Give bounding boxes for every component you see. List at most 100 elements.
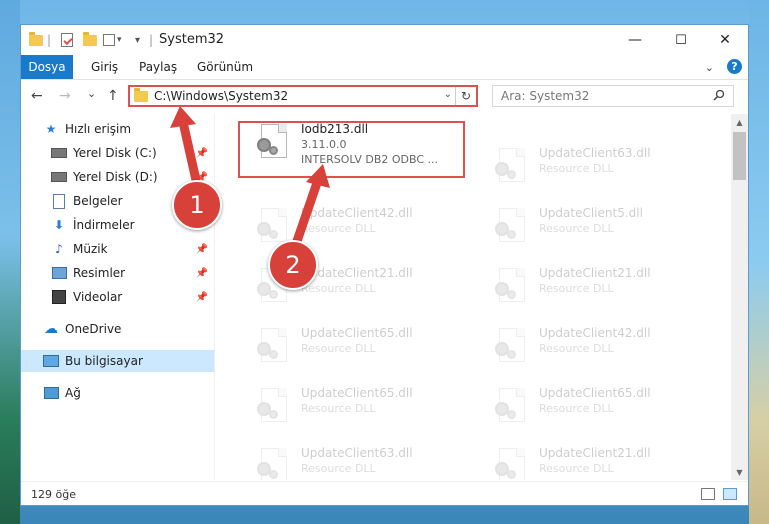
- sidebar-item-label: Ağ: [65, 386, 81, 400]
- file-name: UpdateClient65.dll: [539, 386, 651, 400]
- large-icons-view-icon[interactable]: [723, 488, 737, 500]
- sidebar-item-this-pc[interactable]: Bu bilgisayar: [21, 350, 214, 372]
- step-badge-1: 1: [172, 180, 222, 230]
- sidebar-item-label: Bu bilgisayar: [65, 354, 143, 368]
- drive-icon: [51, 146, 67, 160]
- tab-share[interactable]: Paylaş: [139, 60, 177, 74]
- dll-file-icon: [493, 208, 531, 252]
- sidebar-item-network[interactable]: Ağ: [21, 382, 214, 404]
- file-type: Resource DLL: [301, 342, 376, 355]
- file-type: Resource DLL: [301, 282, 376, 295]
- file-item[interactable]: UpdateClient21.dll Resource DLL: [477, 444, 697, 480]
- scroll-up-icon[interactable]: ▲: [731, 114, 748, 130]
- dll-file-icon: [493, 268, 531, 312]
- customize-qa-icon[interactable]: ▾: [103, 31, 122, 49]
- pictures-icon: [51, 266, 67, 280]
- desktop-background-right: [749, 0, 769, 524]
- tab-file[interactable]: Dosya: [21, 55, 73, 79]
- window-title: System32: [159, 32, 225, 47]
- sidebar-item-label: İndirmeler: [73, 218, 135, 232]
- file-name: UpdateClient21.dll: [539, 266, 651, 280]
- search-placeholder[interactable]: Ara: System32: [501, 89, 589, 103]
- file-item[interactable]: UpdateClient65.dll Resource DLL: [239, 384, 459, 442]
- file-item[interactable]: UpdateClient42.dll Resource DLL: [477, 324, 697, 382]
- file-name: UpdateClient42.dll: [539, 326, 651, 340]
- network-icon: [43, 386, 59, 400]
- tab-view[interactable]: Görünüm: [197, 60, 253, 74]
- file-item[interactable]: UpdateClient65.dll Resource DLL: [239, 324, 459, 382]
- sidebar-item-label: OneDrive: [65, 322, 122, 336]
- sidebar-item-music[interactable]: ♪ Müzik 📌: [21, 238, 214, 260]
- address-dropdown-icon[interactable]: ⌄: [444, 89, 452, 100]
- sidebar-item-label: Videolar: [73, 290, 123, 304]
- scroll-thumb[interactable]: [733, 132, 746, 180]
- vertical-scrollbar[interactable]: ▲ ▼: [731, 114, 748, 480]
- dll-file-icon: [493, 388, 531, 432]
- download-icon: ⬇: [53, 218, 65, 232]
- ribbon-tabs: Dosya Giriş Paylaş Görünüm ⌄ ?: [21, 55, 748, 80]
- star-icon: ★: [45, 122, 57, 136]
- dll-file-icon: [255, 328, 293, 372]
- file-name: UpdateClient5.dll: [539, 206, 643, 220]
- file-item[interactable]: UpdateClient65.dll Resource DLL: [477, 384, 697, 442]
- sidebar-item-label: Yerel Disk (D:): [73, 170, 158, 184]
- close-button[interactable]: ✕: [702, 25, 748, 55]
- address-bar[interactable]: C:\Windows\System32 ⌄ ↻: [128, 85, 478, 107]
- computer-icon: [43, 354, 59, 368]
- sidebar-item-disk-c[interactable]: Yerel Disk (C:) 📌: [21, 142, 214, 164]
- search-icon[interactable]: [713, 89, 725, 104]
- details-view-icon[interactable]: [701, 488, 715, 500]
- file-item[interactable]: UpdateClient63.dll Resource DLL: [239, 444, 459, 480]
- properties-icon[interactable]: [61, 31, 73, 49]
- file-type: Resource DLL: [539, 282, 614, 295]
- recent-locations-button[interactable]: ⌄: [87, 87, 96, 100]
- title-bar: | ▾ ▾ | System32 — ☐ ✕: [21, 25, 748, 55]
- dll-file-icon: [255, 388, 293, 432]
- back-button[interactable]: ←: [31, 88, 43, 104]
- sidebar-item-label: Hızlı erişim: [65, 122, 132, 136]
- tab-home[interactable]: Giriş: [91, 60, 118, 74]
- file-name: UpdateClient63.dll: [301, 446, 413, 460]
- sidebar-item-pictures[interactable]: Resimler 📌: [21, 262, 214, 284]
- status-bar: 129 öğe: [21, 481, 748, 505]
- file-name: UpdateClient63.dll: [539, 146, 651, 160]
- file-item[interactable]: UpdateClient5.dll Resource DLL: [477, 204, 697, 262]
- separator: |: [47, 33, 52, 47]
- dll-file-icon: [493, 148, 531, 192]
- scroll-down-icon[interactable]: ▼: [731, 464, 748, 480]
- maximize-button[interactable]: ☐: [658, 25, 704, 55]
- sidebar-item-onedrive[interactable]: ☁ OneDrive: [21, 318, 214, 340]
- pin-icon: 📌: [195, 147, 208, 159]
- new-folder-icon[interactable]: [83, 31, 97, 49]
- sidebar-item-videos[interactable]: Videolar 📌: [21, 286, 214, 308]
- pin-icon: 📌: [195, 267, 208, 279]
- separator: |: [149, 33, 154, 47]
- forward-button[interactable]: →: [59, 88, 71, 104]
- minimize-button[interactable]: —: [612, 25, 658, 55]
- search-box[interactable]: Ara: System32: [492, 85, 734, 107]
- address-path[interactable]: C:\Windows\System32: [154, 89, 288, 103]
- sidebar-item-quick-access[interactable]: ★ Hızlı erişim: [21, 118, 214, 140]
- video-icon: [51, 290, 67, 304]
- cloud-icon: ☁: [44, 321, 58, 337]
- navigation-pane: ★ Hızlı erişim Yerel Disk (C:) 📌 Yerel D…: [21, 114, 215, 480]
- file-highlight-frame: [238, 121, 465, 178]
- qa-dropdown-icon[interactable]: ▾: [135, 31, 140, 49]
- file-name: UpdateClient65.dll: [301, 326, 413, 340]
- dll-file-icon: [493, 328, 531, 372]
- file-name: UpdateClient65.dll: [301, 386, 413, 400]
- up-button[interactable]: ↑: [107, 88, 119, 104]
- file-explorer-window: | ▾ ▾ | System32 — ☐ ✕ Dosya Giriş Payla…: [20, 24, 749, 506]
- file-item[interactable]: UpdateClient63.dll Resource DLL: [477, 144, 697, 202]
- dll-file-icon: [255, 448, 293, 480]
- sidebar-item-label: Resimler: [73, 266, 126, 280]
- navigation-bar: ← → ⌄ ↑ C:\Windows\System32 ⌄ ↻ Ara: Sys…: [21, 80, 748, 114]
- file-item[interactable]: UpdateClient21.dll Resource DLL: [477, 264, 697, 322]
- chevron-down-icon[interactable]: ⌄: [705, 61, 714, 74]
- refresh-button[interactable]: ↻: [455, 87, 476, 105]
- file-type: Resource DLL: [539, 462, 614, 475]
- help-button[interactable]: ?: [727, 59, 742, 74]
- sidebar-item-label: Yerel Disk (C:): [73, 146, 157, 160]
- file-name: UpdateClient42.dll: [301, 206, 413, 220]
- folder-icon: [29, 31, 43, 49]
